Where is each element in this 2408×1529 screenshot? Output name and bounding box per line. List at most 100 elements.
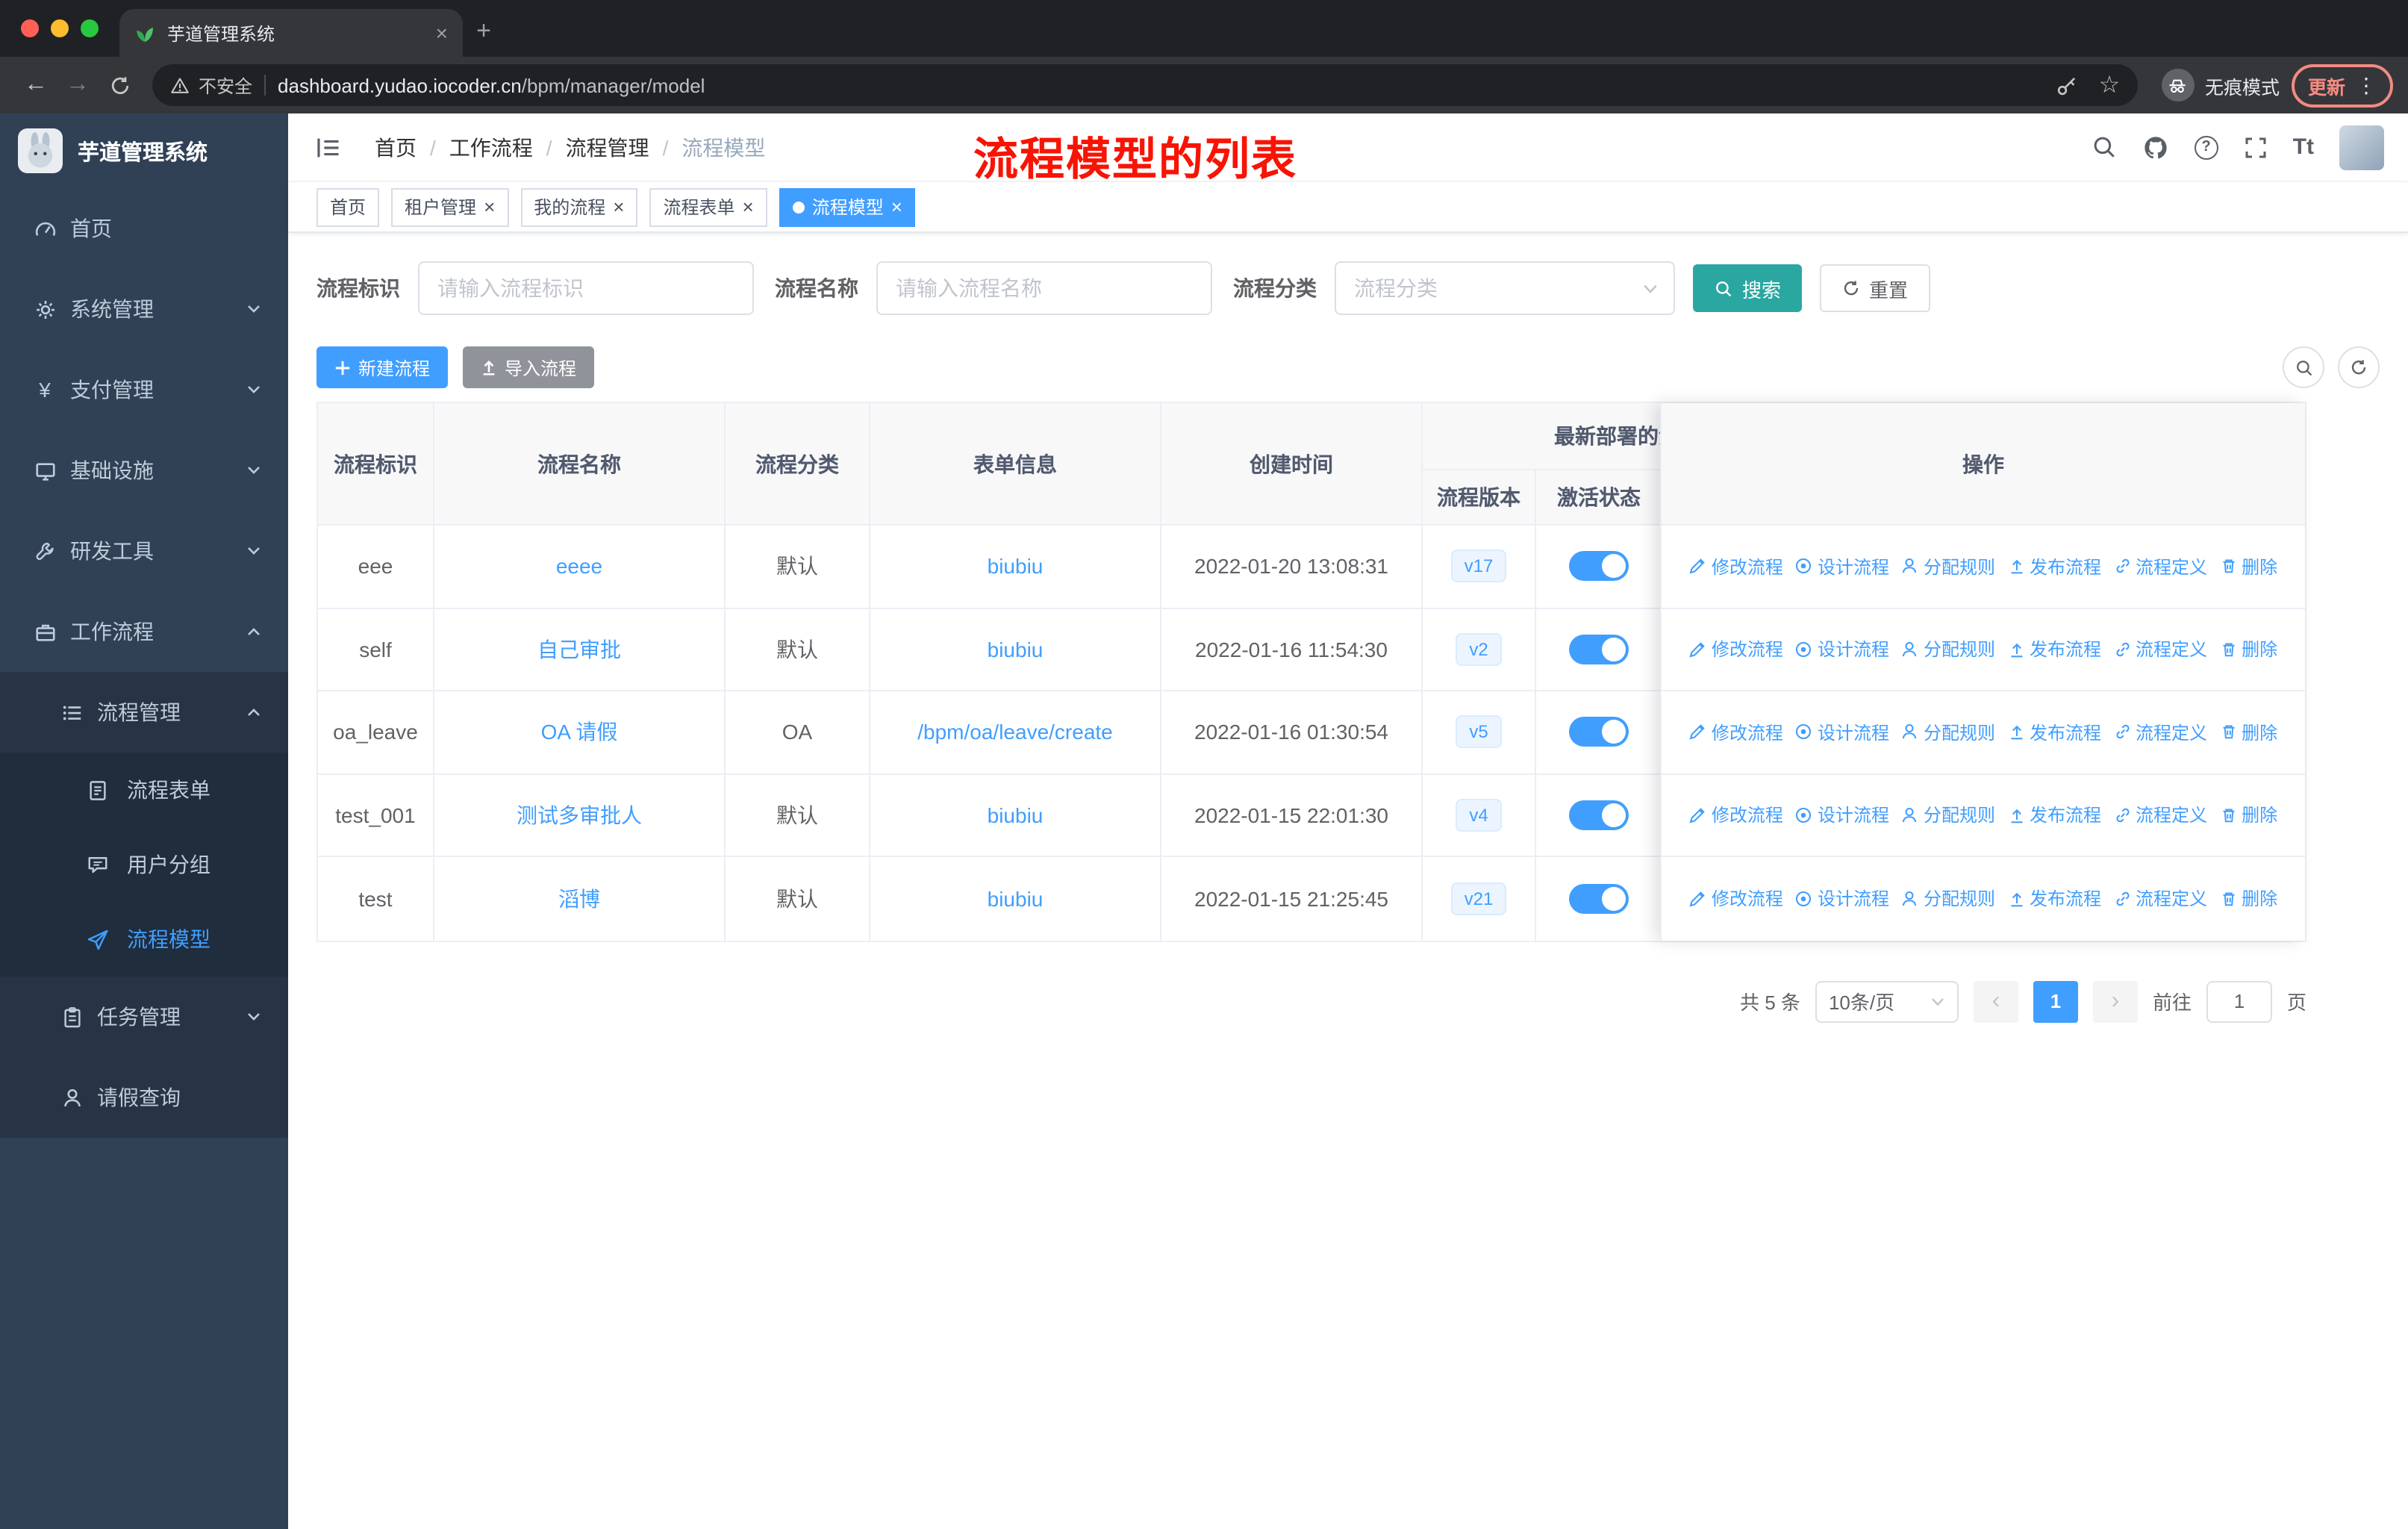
modify-process-action[interactable]: 修改流程 [1689,886,1783,912]
sidebar-item-infrastructure[interactable]: 基础设施 [0,430,288,511]
process-definition-action[interactable]: 流程定义 [2113,554,2207,579]
design-process-action[interactable]: 设计流程 [1795,803,1889,828]
process-definition-action[interactable]: 流程定义 [2113,886,2207,912]
page-number-1[interactable]: 1 [2033,980,2078,1022]
github-icon[interactable] [2142,134,2169,161]
form-info-link[interactable]: biubiu [988,638,1044,661]
design-process-action[interactable]: 设计流程 [1795,886,1889,912]
form-info-link[interactable]: /bpm/oa/leave/create [917,720,1113,744]
design-process-action[interactable]: 设计流程 [1795,637,1889,662]
process-name-input[interactable] [876,261,1212,315]
publish-process-action[interactable]: 发布流程 [2007,803,2101,828]
assign-rule-action[interactable]: 分配规则 [1901,637,1995,662]
process-category-select[interactable]: 流程分类 [1335,261,1675,315]
window-zoom-button[interactable] [81,19,99,37]
design-process-action[interactable]: 设计流程 [1795,554,1889,579]
process-ident-input[interactable] [418,261,754,315]
tag-tenant[interactable]: 租户管理 × [391,187,509,226]
design-process-action[interactable]: 设计流程 [1795,720,1889,745]
font-size-icon[interactable]: Tt [2293,134,2314,160]
tag-process-form[interactable]: 流程表单 × [649,187,767,226]
sidebar-item-system[interactable]: 系统管理 [0,269,288,349]
process-name-link[interactable]: 滔博 [558,884,600,914]
reset-button[interactable]: 重置 [1820,264,1931,312]
address-bar[interactable]: 不安全 dashboard.yudao.iocoder.cn/bpm/manag… [152,64,2138,106]
delete-action[interactable]: 删除 [2219,886,2277,912]
process-name-link[interactable]: 自己审批 [537,635,621,664]
modify-process-action[interactable]: 修改流程 [1689,637,1783,662]
search-icon[interactable] [2092,134,2117,160]
sidebar-item-task-management[interactable]: 任务管理 [0,977,288,1057]
tag-my-process[interactable]: 我的流程 × [520,187,638,226]
breadcrumb-item[interactable]: 首页 [375,132,417,162]
back-icon[interactable]: ← [15,64,57,106]
prev-page-button[interactable]: ‹ [1973,980,2018,1022]
reload-icon[interactable] [99,64,140,106]
delete-action[interactable]: 删除 [2219,637,2277,662]
update-button[interactable]: 更新 ⋮ [2291,63,2393,107]
active-toggle[interactable] [1569,717,1629,747]
delete-action[interactable]: 删除 [2219,554,2277,579]
sidebar-item-payment[interactable]: ¥ 支付管理 [0,349,288,430]
process-definition-action[interactable]: 流程定义 [2113,720,2207,745]
goto-page-input[interactable] [2206,980,2272,1022]
form-info-link[interactable]: biubiu [988,555,1044,579]
sidebar-item-user-group[interactable]: 用户分组 [0,827,288,902]
assign-rule-action[interactable]: 分配规则 [1901,803,1995,828]
active-toggle[interactable] [1569,883,1629,914]
assign-rule-action[interactable]: 分配规则 [1901,554,1995,579]
tag-close-icon[interactable]: × [484,196,495,218]
tag-close-icon[interactable]: × [613,196,624,218]
import-process-button[interactable]: 导入流程 [463,346,595,388]
tag-close-icon[interactable]: × [743,196,754,218]
next-page-button[interactable]: › [2092,980,2138,1022]
process-definition-action[interactable]: 流程定义 [2113,803,2207,828]
assign-rule-action[interactable]: 分配规则 [1901,720,1995,745]
tag-home[interactable]: 首页 [316,187,380,226]
active-toggle[interactable] [1569,551,1629,582]
tag-process-model-active[interactable]: 流程模型 × [779,187,916,226]
sidebar-item-home[interactable]: 首页 [0,188,288,269]
publish-process-action[interactable]: 发布流程 [2007,720,2101,745]
security-chip[interactable]: 不安全 [170,72,252,98]
sidebar-item-dev-tools[interactable]: 研发工具 [0,511,288,591]
modify-process-action[interactable]: 修改流程 [1689,803,1783,828]
refresh-table-button[interactable] [2338,346,2380,388]
tab-close-icon[interactable]: × [436,21,448,45]
active-toggle[interactable] [1569,800,1629,830]
bookmark-star-icon[interactable]: ☆ [2093,69,2126,102]
modify-process-action[interactable]: 修改流程 [1689,720,1783,745]
create-process-button[interactable]: 新建流程 [316,346,449,388]
delete-action[interactable]: 删除 [2219,803,2277,828]
sidebar-item-process-model[interactable]: 流程模型 [0,902,288,977]
fullscreen-icon[interactable] [2244,135,2268,159]
page-size-select[interactable]: 10条/页 [1815,980,1959,1022]
search-button[interactable]: 搜索 [1693,264,1803,312]
publish-process-action[interactable]: 发布流程 [2007,637,2101,662]
sidebar-item-process-management[interactable]: 流程管理 [0,672,288,753]
sidebar-item-workflow[interactable]: 工作流程 [0,591,288,672]
sidebar-fold-icon[interactable] [315,132,345,162]
toggle-search-button[interactable] [2283,346,2324,388]
menu-dots-icon[interactable]: ⋮ [2356,72,2377,98]
window-close-button[interactable] [21,19,39,37]
publish-process-action[interactable]: 发布流程 [2007,554,2101,579]
user-avatar[interactable] [2339,125,2384,169]
process-name-link[interactable]: eeee [556,555,602,579]
publish-process-action[interactable]: 发布流程 [2007,886,2101,912]
forward-icon[interactable]: → [57,64,99,106]
help-icon[interactable]: ? [2194,135,2218,159]
new-tab-button[interactable]: + [463,6,505,57]
process-name-link[interactable]: OA 请假 [541,717,618,747]
sidebar-item-process-form[interactable]: 流程表单 [0,753,288,827]
key-icon[interactable] [2051,69,2084,102]
active-toggle[interactable] [1569,634,1629,664]
sidebar-item-leave-query[interactable]: 请假查询 [0,1057,288,1138]
form-info-link[interactable]: biubiu [988,887,1044,911]
process-name-link[interactable]: 测试多审批人 [517,800,642,830]
delete-action[interactable]: 删除 [2219,720,2277,745]
browser-tab[interactable]: 芋道管理系统 × [119,9,463,57]
tag-close-icon[interactable]: × [891,196,902,218]
process-definition-action[interactable]: 流程定义 [2113,637,2207,662]
window-minimize-button[interactable] [51,19,69,37]
